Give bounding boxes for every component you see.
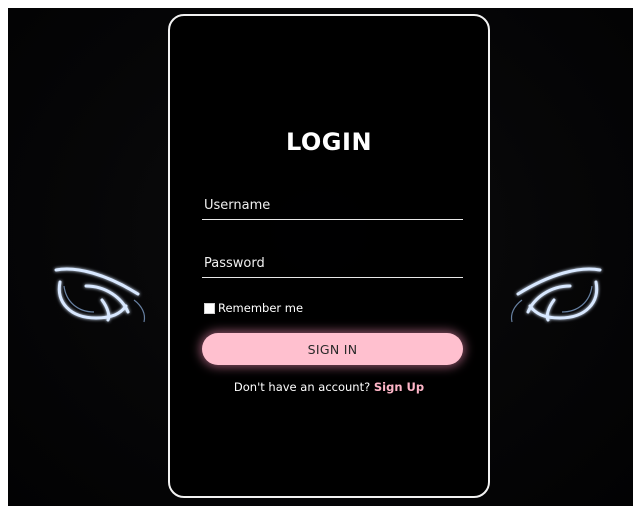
login-card: LOGIN Remember me SIGN IN Don't have an … bbox=[168, 14, 490, 498]
signup-prompt-text: Don't have an account? bbox=[233, 380, 371, 394]
remember-label: Remember me bbox=[218, 301, 304, 315]
remember-me[interactable]: Remember me bbox=[204, 301, 303, 315]
password-input[interactable] bbox=[202, 250, 463, 278]
login-title: LOGIN bbox=[285, 128, 373, 156]
signup-prompt: Don't have an account? Sign Up bbox=[170, 380, 488, 394]
username-input[interactable] bbox=[202, 192, 463, 220]
remember-checkbox[interactable] bbox=[204, 302, 215, 314]
right-headlight-icon bbox=[510, 267, 602, 323]
sign-up-link[interactable]: Sign Up bbox=[374, 380, 424, 394]
sign-in-button[interactable]: SIGN IN bbox=[202, 333, 463, 365]
background-stage: LOGIN Remember me SIGN IN Don't have an … bbox=[8, 8, 633, 506]
left-headlight-icon bbox=[54, 267, 146, 323]
